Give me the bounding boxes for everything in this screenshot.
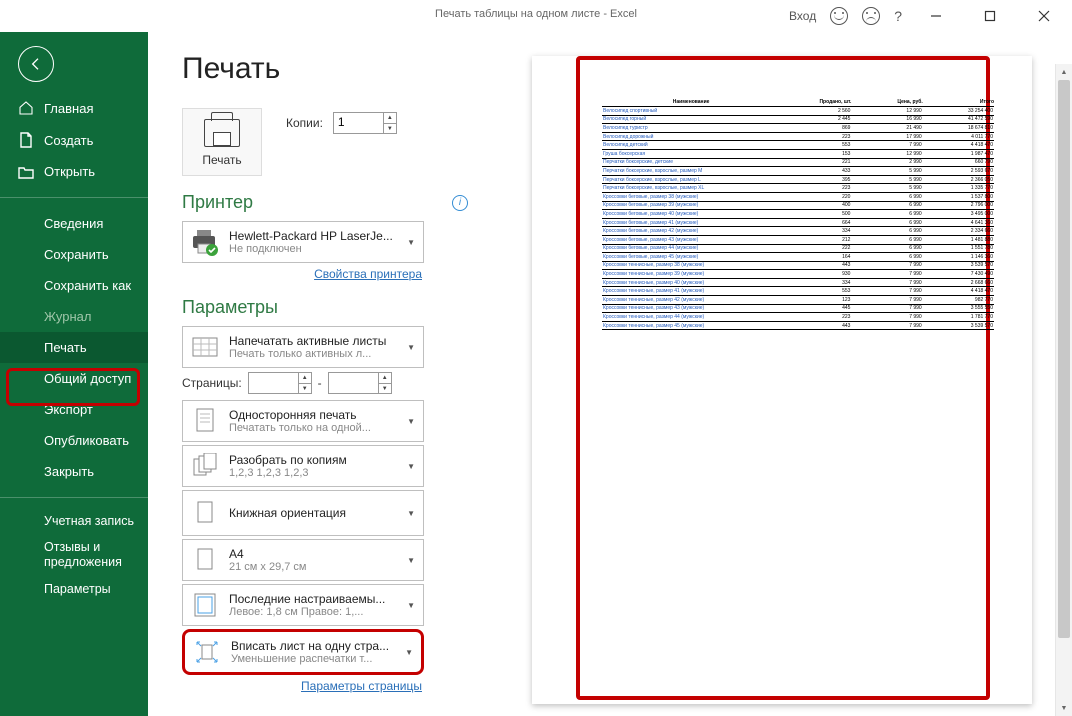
printer-name: Hewlett-Packard HP LaserJe... [229, 229, 399, 243]
nav-share[interactable]: Общий доступ [0, 363, 148, 394]
nav-feedback[interactable]: Отзывы и предложения [0, 534, 148, 576]
printer-icon [204, 119, 240, 147]
backstage-sidebar: Главная Создать Открыть Сведения Сохрани… [0, 32, 148, 716]
dd-one-sided[interactable]: Односторонняя печатьПечатать только на о… [182, 400, 424, 442]
back-button[interactable] [18, 46, 54, 82]
nav-home[interactable]: Главная [0, 92, 148, 124]
section-settings: Параметры [182, 297, 492, 318]
nav-account[interactable]: Учетная запись [0, 508, 148, 534]
chevron-down-icon: ▼ [407, 556, 417, 565]
preview-sheet: НаименованиеПродано, шт.Цена, руб.Итого … [532, 56, 1032, 704]
chevron-down-icon: ▼ [407, 509, 417, 518]
chevron-down-icon: ▼ [407, 238, 417, 247]
pages-separator: - [318, 376, 322, 390]
help-button[interactable]: ? [894, 8, 902, 24]
info-icon[interactable]: i [452, 195, 468, 211]
close-button[interactable] [1024, 4, 1064, 28]
page-from-input[interactable]: ▲▼ [248, 372, 312, 394]
nav-label: Создать [44, 133, 93, 148]
new-icon [18, 132, 34, 148]
nav-closefile[interactable]: Закрыть [0, 456, 148, 487]
portrait-icon [189, 497, 221, 529]
dd-print-active-sheets[interactable]: Напечатать активные листыПечать только а… [182, 326, 424, 368]
dd-orientation[interactable]: Книжная ориентация ▼ [182, 490, 424, 536]
preview-table: НаименованиеПродано, шт.Цена, руб.Итого … [602, 98, 994, 330]
dd-collate[interactable]: Разобрать по копиям1,2,3 1,2,3 1,2,3 ▼ [182, 445, 424, 487]
printer-status: Не подключен [229, 243, 399, 255]
print-view: Печать Печать Копии: ▲▼ Принтер i [148, 32, 1072, 716]
nav-publish[interactable]: Опубликовать [0, 425, 148, 456]
nav-info[interactable]: Сведения [0, 208, 148, 239]
nav-new[interactable]: Создать [0, 124, 148, 156]
nav-saveas[interactable]: Сохранить как [0, 270, 148, 301]
page-title: Печать [182, 52, 492, 86]
minimize-button[interactable] [916, 4, 956, 28]
chevron-down-icon: ▼ [407, 343, 417, 352]
dd-margins[interactable]: Последние настраиваемы...Левое: 1,8 см П… [182, 584, 424, 626]
pages-label: Страницы: [182, 376, 242, 390]
dd-paper-size[interactable]: A421 см x 29,7 см ▼ [182, 539, 424, 581]
scroll-down-button[interactable]: ▼ [1056, 700, 1072, 716]
sheets-icon [189, 331, 221, 363]
chevron-down-icon: ▼ [407, 462, 417, 471]
sign-in-link[interactable]: Вход [789, 9, 816, 23]
nav-export[interactable]: Экспорт [0, 394, 148, 425]
printer-properties-link[interactable]: Свойства принтера [314, 267, 422, 281]
scroll-thumb[interactable] [1058, 80, 1070, 638]
nav-label: Главная [44, 101, 93, 116]
section-printer: Принтер i [182, 192, 492, 213]
chevron-down-icon: ▼ [405, 648, 415, 657]
margins-icon [189, 589, 221, 621]
nav-save[interactable]: Сохранить [0, 239, 148, 270]
home-icon [18, 100, 34, 116]
scroll-up-button[interactable]: ▲ [1056, 64, 1072, 80]
chevron-down-icon: ▼ [407, 417, 417, 426]
print-button[interactable]: Печать [182, 108, 262, 176]
copies-label: Копии: [286, 116, 323, 130]
feedback-sad-icon[interactable] [862, 7, 880, 25]
nav-label: Открыть [44, 164, 95, 179]
copies-input[interactable]: ▲▼ [333, 112, 397, 134]
vertical-scrollbar[interactable]: ▲ ▼ [1055, 64, 1072, 716]
nav-print[interactable]: Печать [0, 332, 148, 363]
feedback-happy-icon[interactable] [830, 7, 848, 25]
printer-dropdown[interactable]: Hewlett-Packard HP LaserJe... Не подключ… [182, 221, 424, 263]
fit-icon [191, 636, 223, 668]
nav-options[interactable]: Параметры [0, 576, 148, 602]
print-settings-pane: Печать Печать Копии: ▲▼ Принтер i [148, 32, 492, 716]
papersize-icon [189, 544, 221, 576]
chevron-down-icon: ▼ [407, 601, 417, 610]
printer-status-icon [189, 226, 221, 258]
page-to-input[interactable]: ▲▼ [328, 372, 392, 394]
print-button-label: Печать [202, 153, 241, 167]
nav-history: Журнал [0, 301, 148, 332]
nav-open[interactable]: Открыть [0, 156, 148, 187]
collate-icon [189, 450, 221, 482]
page-setup-link[interactable]: Параметры страницы [301, 679, 422, 693]
onesided-icon [189, 405, 221, 437]
maximize-button[interactable] [970, 4, 1010, 28]
print-preview: НаименованиеПродано, шт.Цена, руб.Итого … [492, 32, 1072, 716]
window-title: Печать таблицы на одном листе - Excel [435, 8, 637, 20]
title-bar: Печать таблицы на одном листе - Excel Вх… [0, 0, 1072, 32]
dd-scaling-fit-sheet[interactable]: Вписать лист на одну стра...Уменьшение р… [182, 629, 424, 675]
open-icon [18, 165, 34, 179]
spin-arrows[interactable]: ▲▼ [383, 113, 396, 133]
